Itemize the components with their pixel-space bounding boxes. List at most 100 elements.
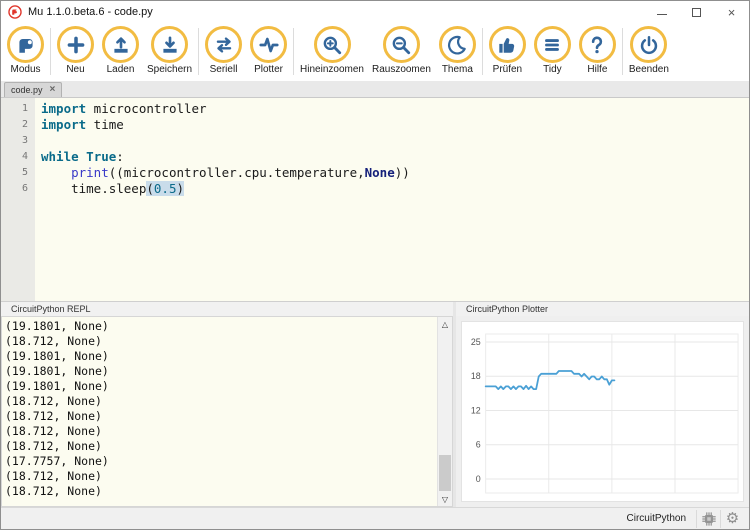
toolbar-separator bbox=[481, 28, 483, 75]
check-label: Prüfen bbox=[492, 64, 523, 75]
toolbar-separator bbox=[621, 28, 623, 75]
mode-label: Modus bbox=[10, 64, 41, 75]
zoom-in-label: Hineinzoomen bbox=[300, 64, 364, 75]
pulse-icon bbox=[258, 37, 279, 52]
zoom-in-button[interactable]: Hineinzoomen bbox=[296, 25, 368, 76]
minimize-icon bbox=[656, 14, 667, 15]
maximize-button[interactable] bbox=[679, 1, 714, 23]
minimize-button[interactable] bbox=[644, 1, 679, 23]
device-status-button[interactable] bbox=[696, 509, 720, 528]
repl-line: (18.712, None) bbox=[5, 394, 102, 408]
zoom-in-icon bbox=[323, 36, 342, 54]
tidy-label: Tidy bbox=[543, 64, 562, 75]
help-label: Hilfe bbox=[587, 64, 608, 75]
question-icon bbox=[592, 35, 603, 53]
scroll-up-icon[interactable]: △ bbox=[438, 317, 452, 331]
load-button[interactable]: Laden bbox=[98, 25, 143, 76]
tab-close-icon[interactable]: × bbox=[50, 85, 56, 95]
y-tick-label: 6 bbox=[476, 440, 481, 450]
repl-output[interactable]: △ ▽ (19.1801, None) (18.712, None) (19.180… bbox=[1, 316, 453, 507]
plotter-pane-header: CircuitPython Plotter bbox=[456, 302, 749, 316]
moon-icon bbox=[448, 35, 467, 55]
line-number: 4 bbox=[21, 151, 28, 162]
code-editor[interactable]: 1 2 3 4 5 6 import microcontroller import time… bbox=[1, 97, 749, 301]
check-button[interactable]: Prüfen bbox=[485, 25, 530, 76]
serial-button[interactable]: Seriell bbox=[201, 25, 246, 76]
zoom-out-label: Rauszoomen bbox=[371, 64, 431, 75]
line-number: 2 bbox=[21, 119, 28, 130]
repl-pane: CircuitPython REPL △ ▽ (19.1801, None) (1… bbox=[1, 302, 453, 507]
lines-icon bbox=[545, 38, 560, 51]
toolbar-separator bbox=[293, 28, 295, 75]
tab-code-py[interactable]: code.py × bbox=[4, 82, 63, 97]
mode-mu-icon bbox=[18, 38, 33, 53]
code-line: time.sleep(0.5) bbox=[41, 181, 184, 196]
repl-line: (19.1801, None) bbox=[5, 364, 109, 378]
save-button[interactable]: Speichern bbox=[143, 25, 196, 76]
plotter-chart-svg: 25 18 12 6 0 bbox=[471, 333, 739, 494]
download-icon bbox=[162, 36, 177, 53]
status-mode-label: CircuitPython bbox=[626, 513, 686, 524]
maximize-icon bbox=[692, 7, 701, 17]
bottom-panes: CircuitPython REPL △ ▽ (19.1801, None) (1… bbox=[1, 301, 749, 507]
scroll-down-icon[interactable]: ▽ bbox=[438, 492, 452, 506]
tab-label: code.py bbox=[11, 85, 43, 95]
temperature-line bbox=[484, 370, 616, 390]
scrollbar-thumb[interactable] bbox=[439, 455, 451, 491]
save-label: Speichern bbox=[147, 64, 193, 75]
repl-pane-title: CircuitPython REPL bbox=[11, 304, 91, 314]
repl-pane-header: CircuitPython REPL bbox=[1, 302, 453, 316]
code-text-area[interactable]: import microcontroller import time while T… bbox=[35, 98, 749, 301]
status-bar: CircuitPython ⚙ bbox=[1, 507, 749, 529]
serial-arrows-icon bbox=[216, 36, 231, 53]
load-label: Laden bbox=[106, 64, 135, 75]
gear-icon: ⚙ bbox=[725, 509, 740, 527]
quit-button[interactable]: Beenden bbox=[625, 25, 673, 76]
window-title: Mu 1.1.0.beta.6 - code.py bbox=[28, 6, 153, 18]
mu-logo-icon bbox=[8, 5, 22, 19]
repl-line: (18.712, None) bbox=[5, 469, 102, 483]
repl-line: (18.712, None) bbox=[5, 484, 102, 498]
repl-line: (18.712, None) bbox=[5, 439, 102, 453]
zoom-out-button[interactable]: Rauszoomen bbox=[368, 25, 435, 76]
code-line: while True: bbox=[41, 149, 124, 164]
y-tick-label: 18 bbox=[471, 371, 481, 381]
y-tick-label: 25 bbox=[471, 337, 481, 347]
tidy-button[interactable]: Tidy bbox=[530, 25, 575, 76]
line-number: 5 bbox=[21, 167, 28, 178]
code-line: import microcontroller bbox=[41, 101, 207, 116]
serial-label: Seriell bbox=[209, 64, 238, 75]
plus-icon bbox=[67, 36, 84, 53]
close-button[interactable]: × bbox=[714, 1, 749, 23]
new-button[interactable]: Neu bbox=[53, 25, 98, 76]
repl-line: (18.712, None) bbox=[5, 424, 102, 438]
repl-line: (17.7757, None) bbox=[5, 454, 109, 468]
theme-button[interactable]: Thema bbox=[435, 25, 480, 76]
mu-app-window: Mu 1.1.0.beta.6 - code.py × Modus Neu La… bbox=[0, 0, 750, 530]
repl-line: (18.712, None) bbox=[5, 409, 102, 423]
power-icon bbox=[640, 35, 658, 54]
plotter-button[interactable]: Plotter bbox=[246, 25, 291, 76]
close-icon: × bbox=[727, 4, 736, 20]
settings-button[interactable]: ⚙ bbox=[720, 509, 744, 528]
y-tick-label: 12 bbox=[471, 405, 481, 415]
code-line: print((microcontroller.cpu.temperature,N… bbox=[71, 165, 410, 180]
mode-button[interactable]: Modus bbox=[3, 25, 48, 76]
upload-icon bbox=[113, 36, 128, 53]
code-line: import time bbox=[41, 117, 124, 132]
thumbs-up-icon bbox=[499, 37, 515, 53]
repl-line: (19.1801, None) bbox=[5, 379, 109, 393]
chip-icon bbox=[701, 511, 716, 526]
toolbar: Modus Neu Laden Speichern Seriell Plotte… bbox=[1, 23, 749, 81]
toolbar-separator bbox=[50, 28, 51, 75]
repl-scrollbar[interactable]: △ ▽ bbox=[437, 317, 452, 506]
zoom-out-icon bbox=[393, 36, 411, 54]
repl-line: (19.1801, None) bbox=[5, 319, 109, 333]
line-number-gutter: 1 2 3 4 5 6 bbox=[1, 98, 35, 301]
y-tick-label: 0 bbox=[476, 474, 481, 484]
temperature-chart: 25 18 12 6 0 bbox=[461, 321, 744, 502]
help-button[interactable]: Hilfe bbox=[575, 25, 620, 76]
plotter-pane: CircuitPython Plotter 25 18 12 6 0 bbox=[456, 302, 749, 507]
plotter-pane-title: CircuitPython Plotter bbox=[466, 304, 549, 314]
